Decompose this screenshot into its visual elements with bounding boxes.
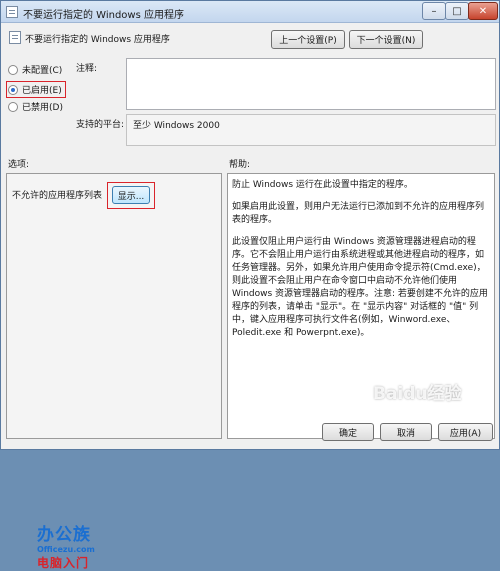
site-logo: 办公族 Officezu.com 电脑入门 xyxy=(37,520,117,571)
radio-enabled[interactable]: 已启用(E) xyxy=(6,81,66,98)
baidu-watermark: Baidu经验 xyxy=(373,384,462,404)
next-setting-button[interactable]: 下一个设置(N) xyxy=(349,30,423,49)
policy-document-icon xyxy=(9,31,21,44)
cancel-button[interactable]: 取消 xyxy=(380,423,432,441)
options-heading: 选项: xyxy=(8,160,30,170)
policy-name: 不要运行指定的 Windows 应用程序 xyxy=(25,35,170,45)
radio-label: 未配置(C) xyxy=(22,66,63,76)
help-heading: 帮助: xyxy=(229,160,251,170)
radio-label: 已启用(E) xyxy=(22,86,62,96)
show-button-highlight: 显示... xyxy=(107,182,155,209)
previous-setting-button[interactable]: 上一个设置(P) xyxy=(271,30,345,49)
comment-textarea[interactable] xyxy=(126,58,496,110)
radio-not-configured[interactable]: 未配置(C) xyxy=(8,63,62,76)
disallowed-apps-label: 不允许的应用程序列表 xyxy=(12,191,103,201)
options-panel: 不允许的应用程序列表 显示... 办公族 Officezu.com 电脑入门 xyxy=(6,173,222,570)
apply-button[interactable]: 应用(A) xyxy=(438,423,493,441)
policy-dialog: 不要运行指定的 Windows 应用程序 – □ ✕ 不要运行指定的 Windo… xyxy=(0,0,500,570)
radio-button[interactable] xyxy=(8,64,18,75)
help-paragraph: 如果启用此设置，则用户无法运行已添加到不允许的应用程序列表的程序。 xyxy=(232,202,485,225)
radio-button-selected[interactable] xyxy=(8,84,18,95)
supported-platform-value: 至少 Windows 2000 xyxy=(126,114,496,146)
help-text: 防止 Windows 运行在此设置中指定的程序。 如果启用此设置，则用户无法运行… xyxy=(232,179,490,349)
policy-document-icon xyxy=(6,6,18,18)
logo-url: Officezu.com xyxy=(37,545,95,554)
maximize-button[interactable]: □ xyxy=(445,2,469,20)
comment-label: 注释: xyxy=(76,64,98,74)
logo-subtitle: 电脑入门 xyxy=(37,556,90,570)
window-title: 不要运行指定的 Windows 应用程序 xyxy=(23,10,184,21)
radio-disabled[interactable]: 已禁用(D) xyxy=(8,100,63,113)
ok-button[interactable]: 确定 xyxy=(322,423,374,441)
show-button[interactable]: 显示... xyxy=(112,186,150,204)
radio-button[interactable] xyxy=(8,101,18,112)
help-paragraph: 防止 Windows 运行在此设置中指定的程序。 xyxy=(232,180,413,190)
radio-label: 已禁用(D) xyxy=(22,103,63,113)
title-bar[interactable]: 不要运行指定的 Windows 应用程序 – □ ✕ xyxy=(1,1,499,23)
minimize-button[interactable]: – xyxy=(422,2,446,20)
close-button[interactable]: ✕ xyxy=(468,2,498,20)
logo-title: 办公族 xyxy=(37,525,91,545)
help-paragraph: 此设置仅阻止用户运行由 Windows 资源管理器进程启动的程序。它不会阻止用户… xyxy=(232,237,488,338)
supported-platform-label: 支持的平台: xyxy=(76,120,125,130)
